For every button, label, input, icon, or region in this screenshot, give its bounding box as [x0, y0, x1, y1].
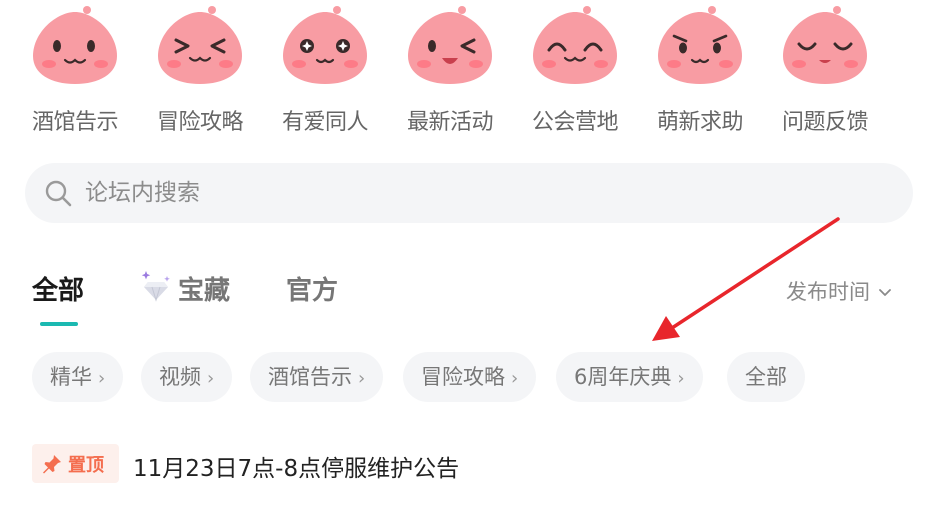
pinned-badge: 置顶: [32, 444, 119, 483]
chip-label: 全部: [745, 365, 787, 389]
chip-adventure-guide[interactable]: 冒险攻略 ›: [403, 352, 537, 402]
chevron-right-icon: ›: [677, 368, 685, 389]
category-row: 酒馆告示 冒险攻略 有爱同人 最新活动 公会营地 萌新求助 问题反馈: [20, 4, 900, 139]
chevron-right-icon: ›: [207, 368, 215, 389]
pinned-label: 置顶: [68, 455, 104, 476]
category-guild-camp[interactable]: 公会营地: [520, 4, 630, 139]
category-newbie-help[interactable]: 萌新求助: [645, 4, 755, 139]
sort-dropdown[interactable]: 发布时间: [786, 276, 892, 306]
peach-mascot-wink-icon: [408, 6, 492, 84]
peach-mascot-sparkle-eyes-icon: [283, 6, 367, 84]
peach-mascot-happy-icon: [533, 6, 617, 84]
category-label: 公会营地: [531, 110, 619, 135]
tab-all[interactable]: 全部: [32, 270, 84, 307]
chip-label: 视频: [159, 365, 201, 389]
category-label: 有爱同人: [281, 110, 369, 135]
pinned-post-title[interactable]: 11月23日7点-8点停服维护公告: [133, 449, 459, 483]
chip-label: 精华: [50, 365, 92, 389]
category-label: 问题反馈: [781, 110, 869, 135]
peach-mascot-squint-icon: [158, 6, 242, 84]
chevron-down-icon: [879, 289, 891, 296]
chevron-right-icon: ›: [511, 368, 519, 389]
category-fan-art[interactable]: 有爱同人: [270, 4, 380, 139]
category-label: 最新活动: [406, 110, 494, 135]
category-latest-events[interactable]: 最新活动: [395, 4, 505, 139]
peach-mascot-smile-icon: [33, 6, 117, 84]
peach-mascot-closed-eyes-icon: [783, 6, 867, 84]
search-input[interactable]: [85, 173, 885, 213]
category-feedback[interactable]: 问题反馈: [770, 4, 880, 139]
chip-6th-anniversary[interactable]: 6周年庆典 ›: [556, 352, 703, 402]
category-label: 酒馆告示: [31, 110, 119, 135]
tab-treasure-label: 宝藏: [178, 276, 231, 306]
chip-all[interactable]: 全部: [727, 352, 805, 402]
chip-featured[interactable]: 精华 ›: [32, 352, 124, 402]
category-label: 冒险攻略: [156, 110, 244, 135]
chip-label: 酒馆告示: [268, 365, 352, 389]
chip-label: 6周年庆典: [574, 365, 672, 389]
sort-label: 发布时间: [786, 280, 870, 304]
active-tab-indicator: [40, 322, 78, 326]
chip-video[interactable]: 视频 ›: [141, 352, 233, 402]
peach-mascot-determined-icon: [658, 6, 742, 84]
chip-tavern-notice[interactable]: 酒馆告示 ›: [250, 352, 384, 402]
search-icon: [45, 180, 72, 207]
category-adventure-guide[interactable]: 冒险攻略: [145, 4, 255, 139]
chevron-right-icon: ›: [98, 368, 106, 389]
category-label: 萌新求助: [656, 110, 744, 135]
category-tavern-notice[interactable]: 酒馆告示: [20, 4, 130, 139]
pushpin-icon: [43, 455, 61, 474]
tab-official[interactable]: 官方: [286, 270, 338, 307]
gem-sparkle-icon: [141, 271, 170, 302]
forum-search-bar[interactable]: [25, 163, 913, 223]
chevron-right-icon: ›: [358, 368, 366, 389]
chip-label: 冒险攻略: [421, 365, 505, 389]
